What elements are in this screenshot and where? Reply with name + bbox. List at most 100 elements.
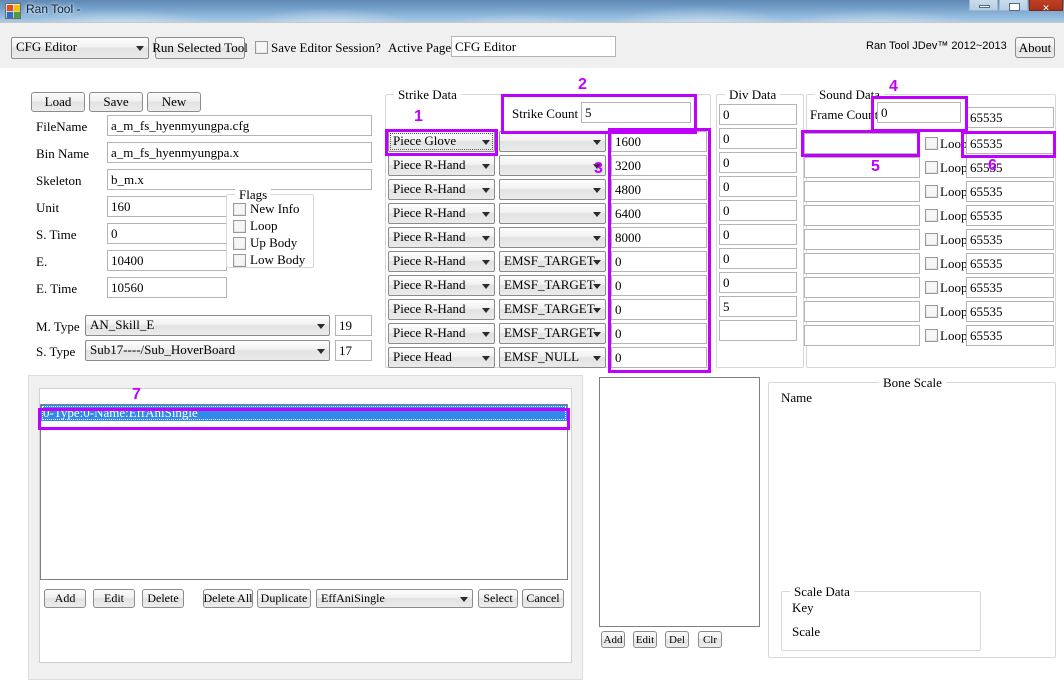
sound-value-field-9[interactable]: 65535	[966, 325, 1054, 346]
sound-value-field-8[interactable]: 65535	[966, 301, 1054, 322]
strike-piece-select-4[interactable]: Piece R-Hand	[388, 227, 495, 248]
sound-name-field-1[interactable]	[804, 133, 920, 154]
m-type-index-field[interactable]: 19	[335, 315, 372, 336]
window-close-button[interactable]: ✕	[1029, 0, 1063, 13]
window-maximize-button[interactable]	[999, 0, 1028, 11]
div-data-field-1[interactable]: 0	[719, 128, 797, 149]
strike-flag-select-9[interactable]: EMSF_NULL	[499, 347, 606, 368]
sound-name-field-7[interactable]	[804, 277, 920, 298]
load-button[interactable]: Load	[31, 92, 85, 112]
strike-flag-select-5[interactable]: EMSF_TARGET	[499, 251, 606, 272]
div-data-field-4[interactable]: 0	[719, 200, 797, 221]
strike-piece-select-6[interactable]: Piece R-Hand	[388, 275, 495, 296]
strike-flag-select-1[interactable]	[499, 155, 606, 176]
strike-piece-select-8[interactable]: Piece R-Hand	[388, 323, 495, 344]
sound-loop-checkbox-4[interactable]	[925, 209, 938, 222]
strike-frame-field-9[interactable]: 0	[611, 347, 707, 368]
sound-loop-checkbox-2[interactable]	[925, 161, 938, 174]
filename-field[interactable]: a_m_fs_hyenmyungpa.cfg	[107, 115, 372, 136]
sound-name-field-8[interactable]	[804, 301, 920, 322]
bone-del-button[interactable]: Del	[665, 631, 689, 648]
sound-value-field-2[interactable]: 65535	[966, 157, 1054, 178]
strike-flag-select-7[interactable]: EMSF_TARGET	[499, 299, 606, 320]
strike-flag-select-3[interactable]	[499, 203, 606, 224]
bone-clr-button[interactable]: Clr	[698, 631, 722, 648]
effect-type-select[interactable]: EffAniSingle	[316, 589, 473, 608]
effect-delete-button[interactable]: Delete	[142, 589, 184, 608]
window-minimize-button[interactable]	[969, 0, 998, 11]
sound-value-field-1[interactable]: 65535	[966, 133, 1054, 154]
sound-name-field-5[interactable]	[804, 229, 920, 250]
flag-up-body-checkbox[interactable]	[233, 237, 246, 250]
effect-cancel-button[interactable]: Cancel	[522, 589, 564, 608]
div-data-field-5[interactable]: 0	[719, 224, 797, 245]
div-data-field-empty[interactable]	[719, 320, 797, 341]
sound-name-field-9[interactable]	[804, 325, 920, 346]
tool-select[interactable]: CFG Editor	[11, 37, 149, 59]
unit-field[interactable]: 160	[107, 196, 227, 217]
sound-loop-checkbox-8[interactable]	[925, 305, 938, 318]
s-type-index-field[interactable]: 17	[335, 340, 372, 361]
strike-flag-select-6[interactable]: EMSF_TARGET	[499, 275, 606, 296]
div-data-field-6[interactable]: 0	[719, 248, 797, 269]
binname-field[interactable]: a_m_fs_hyenmyungpa.x	[107, 142, 372, 163]
sound-value-field-6[interactable]: 65535	[966, 253, 1054, 274]
save-button[interactable]: Save	[89, 92, 143, 112]
strike-piece-select-7[interactable]: Piece R-Hand	[388, 299, 495, 320]
sound-value-field-4[interactable]: 65535	[966, 205, 1054, 226]
sound-loop-checkbox-7[interactable]	[925, 281, 938, 294]
sound-loop-checkbox-5[interactable]	[925, 233, 938, 246]
run-selected-tool-button[interactable]: Run Selected Tool	[152, 37, 248, 59]
strike-piece-select-1[interactable]: Piece R-Hand	[388, 155, 495, 176]
strike-flag-select-8[interactable]: EMSF_TARGET	[499, 323, 606, 344]
sound-value-field-7[interactable]: 65535	[966, 277, 1054, 298]
sound-name-field-6[interactable]	[804, 253, 920, 274]
strike-piece-select-9[interactable]: Piece Head	[388, 347, 495, 368]
strike-flag-select-0[interactable]	[499, 131, 606, 152]
new-button[interactable]: New	[147, 92, 201, 112]
div-data-field-7[interactable]: 0	[719, 272, 797, 293]
bone-listbox[interactable]	[599, 377, 760, 627]
sound-value-field-0[interactable]: 65535	[966, 107, 1054, 128]
sound-name-field-2[interactable]	[804, 157, 920, 178]
effect-listbox[interactable]: 0-Type:0-Name:EffAniSingle	[40, 404, 568, 580]
end-time-field[interactable]: 10560	[107, 277, 227, 298]
strike-piece-select-0[interactable]: Piece Glove	[388, 131, 495, 152]
effect-add-button[interactable]: Add	[44, 589, 86, 608]
strike-frame-field-7[interactable]: 0	[611, 299, 707, 320]
strike-frame-field-4[interactable]: 8000	[611, 227, 707, 248]
effect-edit-button[interactable]: Edit	[93, 589, 135, 608]
effect-duplicate-button[interactable]: Duplicate	[257, 589, 311, 608]
div-data-field-2[interactable]: 0	[719, 152, 797, 173]
bone-add-button[interactable]: Add	[601, 631, 625, 648]
sound-value-field-5[interactable]: 65535	[966, 229, 1054, 250]
strike-frame-field-8[interactable]: 0	[611, 323, 707, 344]
end-field[interactable]: 10400	[107, 250, 227, 271]
strike-flag-select-2[interactable]	[499, 179, 606, 200]
s-type-select[interactable]: Sub17----/Sub_HoverBoard	[85, 340, 330, 361]
div-data-field-8[interactable]: 5	[719, 296, 797, 317]
strike-frame-field-0[interactable]: 1600	[611, 131, 707, 152]
frame-count-field[interactable]: 0	[877, 102, 961, 123]
strike-piece-select-5[interactable]: Piece R-Hand	[388, 251, 495, 272]
sound-name-field-3[interactable]	[804, 181, 920, 202]
sound-loop-checkbox-9[interactable]	[925, 329, 938, 342]
div-data-field-0[interactable]: 0	[719, 104, 797, 125]
flag-loop-checkbox[interactable]	[233, 220, 246, 233]
sound-loop-checkbox-3[interactable]	[925, 185, 938, 198]
strike-frame-field-3[interactable]: 6400	[611, 203, 707, 224]
effect-select-button[interactable]: Select	[478, 589, 518, 608]
strike-frame-field-1[interactable]: 3200	[611, 155, 707, 176]
sound-loop-checkbox-1[interactable]	[925, 137, 938, 150]
strike-frame-field-6[interactable]: 0	[611, 275, 707, 296]
list-item[interactable]: 0-Type:0-Name:EffAniSingle	[41, 405, 567, 421]
div-data-field-3[interactable]: 0	[719, 176, 797, 197]
about-button[interactable]: About	[1015, 37, 1055, 58]
strike-piece-select-2[interactable]: Piece R-Hand	[388, 179, 495, 200]
active-page-field[interactable]: CFG Editor	[451, 36, 616, 57]
bone-edit-button[interactable]: Edit	[633, 631, 657, 648]
strike-flag-select-4[interactable]	[499, 227, 606, 248]
sound-value-field-3[interactable]: 65535	[966, 181, 1054, 202]
sound-loop-checkbox-6[interactable]	[925, 257, 938, 270]
flag-low-body-checkbox[interactable]	[233, 254, 246, 267]
